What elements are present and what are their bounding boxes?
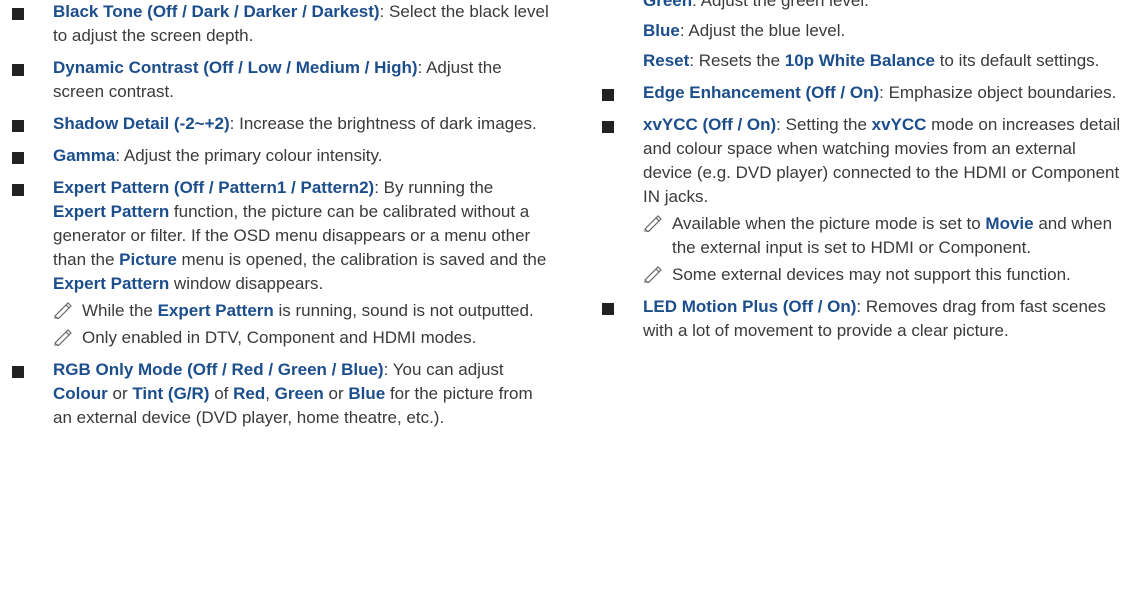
list-item-led-motion-plus: LED Motion Plus (Off / On): Removes drag… [590, 295, 1121, 343]
item-desc: or [323, 384, 349, 403]
note-pencil-icon [644, 266, 662, 283]
square-bullet-icon [12, 64, 24, 76]
keyword: Expert Pattern [53, 274, 170, 293]
item-title: Expert Pattern (Off / Pattern1 / Pattern… [53, 178, 375, 197]
list-item-expert-pattern: Expert Pattern (Off / Pattern1 / Pattern… [0, 176, 550, 350]
item-desc: or [107, 384, 133, 403]
note: Only enabled in DTV, Component and HDMI … [53, 326, 550, 350]
list-item-xvycc: xvYCC (Off / On): Setting the xvYCC mode… [590, 113, 1121, 287]
item-desc: to its default settings. [934, 51, 1100, 70]
item-desc: window disappears. [169, 274, 324, 293]
item-desc: of [209, 384, 234, 403]
note-text: Only enabled in DTV, Component and HDMI … [82, 328, 477, 347]
white-balance-continuation: Green: Adjust the green level. Blue: Adj… [590, 0, 1121, 73]
item-title: LED Motion Plus (Off / On) [643, 297, 857, 316]
item-desc: menu is opened, the calibration is saved… [176, 250, 547, 269]
list-item-edge-enhancement: Edge Enhancement (Off / On): Emphasize o… [590, 81, 1121, 105]
item-title: Shadow Detail (-2~+2) [53, 114, 230, 133]
sub-item-blue: Blue: Adjust the blue level. [643, 19, 1121, 43]
item-title: RGB Only Mode (Off / Red / Green / Blue) [53, 360, 384, 379]
keyword: Green [274, 384, 324, 403]
keyword: Blue [643, 21, 680, 40]
list-item-shadow-detail: Shadow Detail (-2~+2): Increase the brig… [0, 112, 550, 136]
note: Some external devices may not support th… [643, 263, 1121, 287]
note-pencil-icon [54, 302, 72, 319]
item-title: Black Tone (Off / Dark / Darker / Darkes… [53, 2, 380, 21]
square-bullet-icon [12, 366, 24, 378]
note-pencil-icon [54, 329, 72, 346]
item-desc: : By running the [374, 178, 494, 197]
keyword: Green [643, 0, 693, 10]
item-title: xvYCC (Off / On) [643, 115, 777, 134]
keyword: Tint (G/R) [132, 384, 210, 403]
note: Available when the picture mode is set t… [643, 212, 1121, 260]
right-column: Green: Adjust the green level. Blue: Adj… [590, 0, 1121, 351]
item-desc: : Setting the [776, 115, 872, 134]
item-title: Edge Enhancement (Off / On) [643, 83, 880, 102]
keyword: Movie [985, 214, 1034, 233]
list-item-black-tone: Black Tone (Off / Dark / Darker / Darkes… [0, 0, 550, 48]
keyword: xvYCC [871, 115, 927, 134]
item-desc: : Emphasize object boundaries. [879, 83, 1117, 102]
sub-item-reset: Reset: Resets the 10p White Balance to i… [643, 49, 1121, 73]
note-text: While the [82, 301, 158, 320]
keyword: Expert Pattern [157, 301, 274, 320]
note-text: is running, sound is not outputted. [273, 301, 534, 320]
square-bullet-icon [602, 303, 614, 315]
square-bullet-icon [12, 184, 24, 196]
square-bullet-icon [12, 152, 24, 164]
keyword: Blue [348, 384, 386, 403]
left-column: Black Tone (Off / Dark / Darker / Darkes… [0, 0, 550, 438]
list-item-gamma: Gamma: Adjust the primary colour intensi… [0, 144, 550, 168]
note-text: Available when the picture mode is set t… [672, 214, 986, 233]
list-item-rgb-only-mode: RGB Only Mode (Off / Red / Green / Blue)… [0, 358, 550, 430]
item-title: Gamma [53, 146, 116, 165]
item-title: Dynamic Contrast (Off / Low / Medium / H… [53, 58, 418, 77]
item-desc: : Increase the brightness of dark images… [229, 114, 537, 133]
item-desc: : Adjust the blue level. [679, 21, 846, 40]
keyword: 10p White Balance [784, 51, 935, 70]
square-bullet-icon [12, 8, 24, 20]
keyword: Expert Pattern [53, 202, 170, 221]
item-desc: : Resets the [689, 51, 785, 70]
item-desc: : You can adjust [383, 360, 504, 379]
note: While the Expert Pattern is running, sou… [53, 299, 550, 323]
note-pencil-icon [644, 215, 662, 232]
item-desc: , [265, 384, 275, 403]
keyword: Reset [643, 51, 690, 70]
square-bullet-icon [602, 89, 614, 101]
sub-item-green: Green: Adjust the green level. [643, 0, 1121, 13]
square-bullet-icon [12, 120, 24, 132]
list-item-dynamic-contrast: Dynamic Contrast (Off / Low / Medium / H… [0, 56, 550, 104]
keyword: Colour [53, 384, 108, 403]
item-desc: : Adjust the primary colour intensity. [115, 146, 383, 165]
square-bullet-icon [602, 121, 614, 133]
item-desc: : Adjust the green level. [692, 0, 869, 10]
keyword: Red [233, 384, 266, 403]
keyword: Picture [119, 250, 177, 269]
note-text: Some external devices may not support th… [672, 265, 1071, 284]
